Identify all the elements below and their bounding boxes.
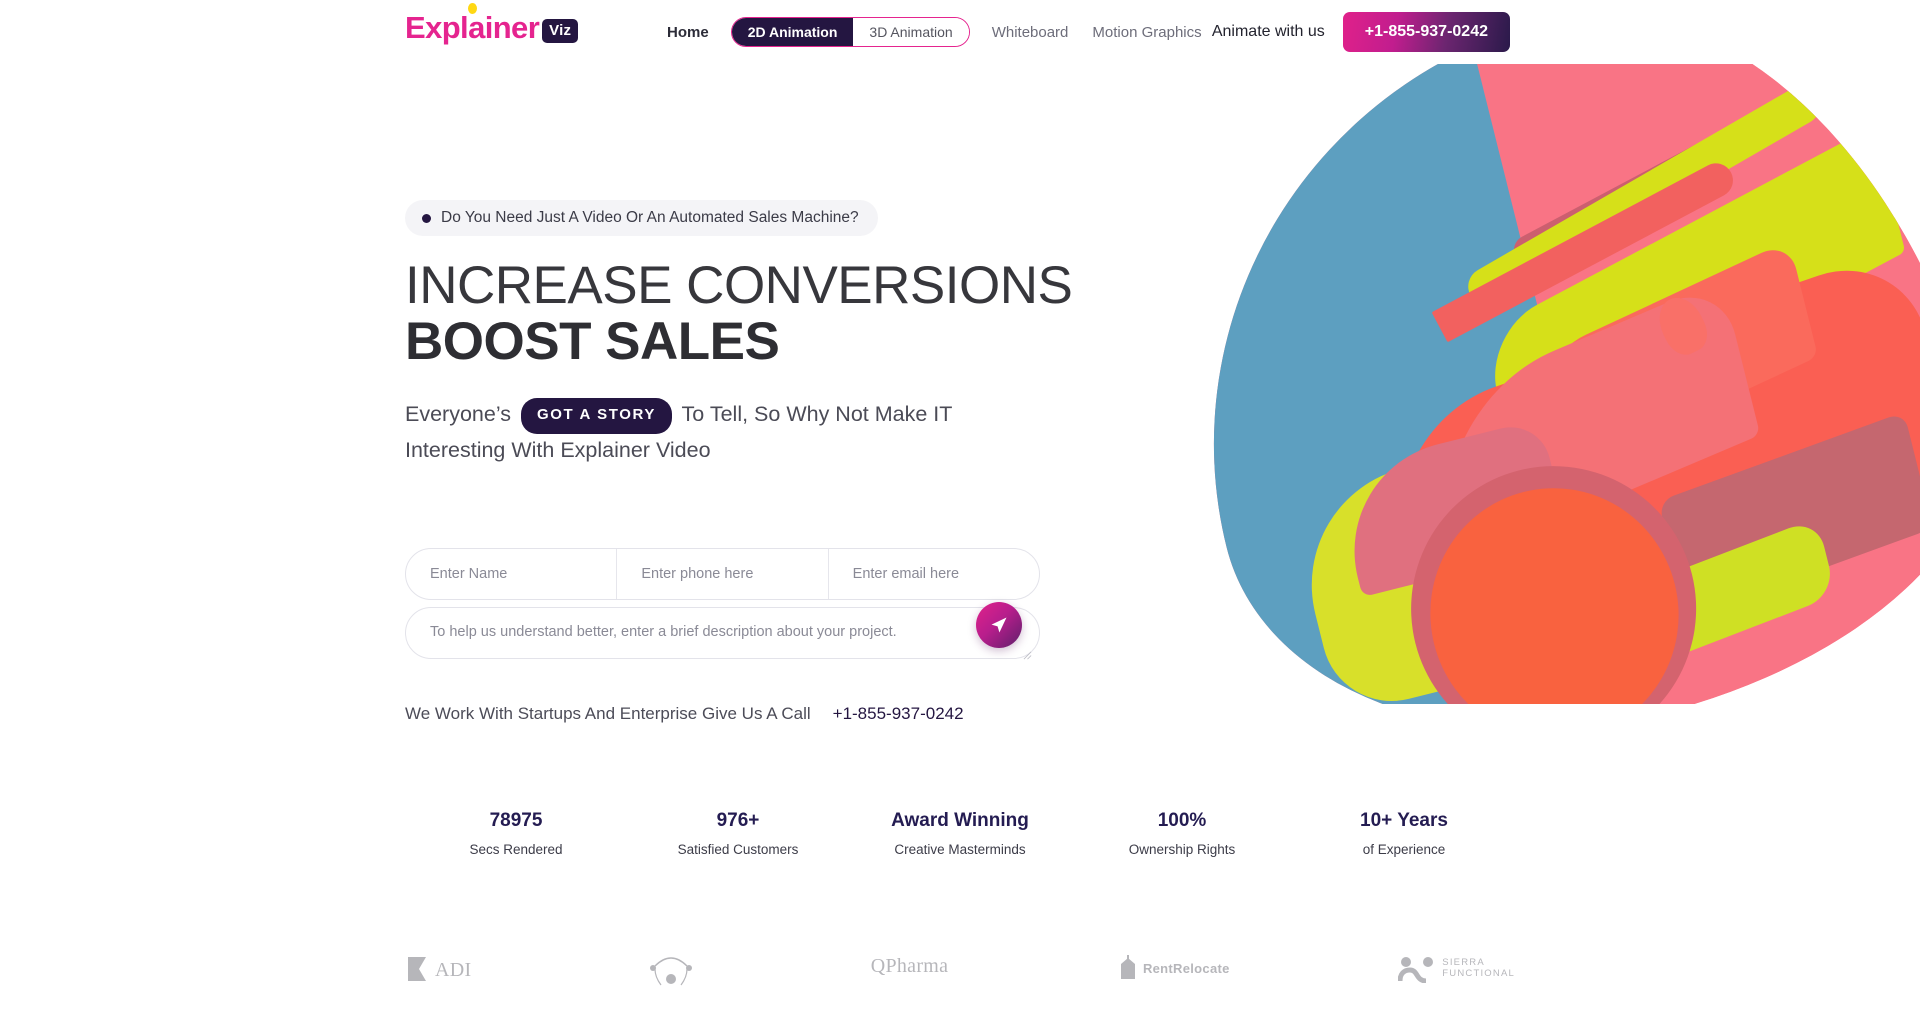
stats-row: 78975 Secs Rendered 976+ Satisfied Custo…	[405, 810, 1515, 857]
stat-value: 100%	[1157, 810, 1207, 831]
subhead-before: Everyone’s	[405, 402, 511, 427]
client-logo-adi: ADI	[405, 955, 471, 985]
logo-wordmark: Explainer	[405, 3, 540, 46]
bullet-dot-icon	[422, 213, 431, 223]
hero-blob-shape	[1121, 64, 1920, 704]
header-phone-button[interactable]: +1-855-937-0242	[1342, 12, 1510, 52]
hero-eyebrow-text: Do You Need Just A Video Or An Automated…	[441, 209, 859, 226]
client-logo-strip: ADI QPharma RentRelocate SIERRA FUNCTION…	[405, 955, 1515, 1015]
hero-eyebrow-badge: Do You Need Just A Video Or An Automated…	[405, 200, 878, 236]
stat-label: Secs Rendered	[469, 842, 563, 857]
hero-subheading: Everyone’s GOT A STORY To Tell, So Why N…	[405, 398, 965, 466]
nav-item-whiteboard[interactable]: Whiteboard	[980, 24, 1081, 41]
nav-animation-toggle: 2D Animation 3D Animation	[730, 17, 970, 47]
client-name: ADI	[435, 958, 472, 981]
client-logo-rentrelocate: RentRelocate	[1117, 955, 1230, 981]
stat-value: Award Winning	[891, 810, 1029, 831]
stat-label: of Experience	[1362, 842, 1446, 857]
paper-plane-icon	[991, 617, 1007, 633]
client-name: RentRelocate	[1142, 960, 1230, 976]
hero-lead-form	[405, 548, 1040, 664]
nav-item-3d-animation[interactable]: 3D Animation	[853, 18, 969, 46]
stat-item: 78975 Secs Rendered	[405, 810, 627, 857]
nav-item-motion-graphics[interactable]: Motion Graphics	[1080, 24, 1213, 41]
nav-item-2d-animation[interactable]: 2D Animation	[731, 18, 854, 46]
stat-item: 100% Ownership Rights	[1071, 810, 1293, 857]
people-icon	[1398, 957, 1434, 983]
building-icon	[1120, 955, 1135, 979]
stat-label: Ownership Rights	[1128, 842, 1236, 857]
crest-icon	[650, 957, 693, 986]
message-field-wrapper	[405, 602, 1040, 664]
got-a-story-pill: GOT A STORY	[520, 398, 672, 434]
sports-car-illustration	[1122, 64, 1920, 704]
stat-item: Award Winning Creative Masterminds	[849, 810, 1071, 857]
email-input[interactable]	[828, 549, 1039, 599]
call-us-phone[interactable]: +1-855-937-0242	[833, 704, 964, 724]
call-us-line: We Work With Startups And Enterprise Giv…	[405, 704, 964, 724]
project-description-textarea[interactable]	[405, 607, 1040, 659]
form-input-row	[405, 548, 1040, 600]
site-header: Explainer Viz Home 2D Animation 3D Anima…	[0, 0, 1920, 64]
client-name: QPharma	[870, 955, 949, 977]
stat-item: 976+ Satisfied Customers	[627, 810, 849, 857]
headline-bold: BOOST SALES	[405, 312, 780, 372]
adi-leaf-icon	[408, 957, 426, 981]
client-logo-crest	[640, 955, 702, 987]
hero-illustration	[1020, 64, 1920, 704]
send-button[interactable]	[976, 602, 1022, 648]
name-input[interactable]	[406, 549, 617, 599]
client-name: SIERRA FUNCTIONAL	[1442, 957, 1515, 979]
stat-item: 10+ Years of Experience	[1293, 810, 1515, 857]
logo-dot-icon	[468, 3, 477, 14]
stat-label: Creative Masterminds	[894, 842, 1026, 857]
nav-item-home[interactable]: Home	[655, 24, 721, 41]
page-title: INCREASE CONVERSIONS BOOST SALES	[405, 256, 1125, 372]
hero-copy: Do You Need Just A Video Or An Automated…	[405, 200, 1125, 466]
animate-with-us-link[interactable]: Animate with us	[1212, 23, 1325, 41]
client-logo-sierra-functional: SIERRA FUNCTIONAL	[1398, 955, 1515, 983]
stat-label: Satisfied Customers	[677, 842, 799, 857]
logo[interactable]: Explainer Viz	[405, 3, 579, 46]
logo-badge: Viz	[542, 19, 579, 43]
stat-value: 78975	[489, 810, 543, 831]
main-navigation: Home 2D Animation 3D Animation Whiteboar…	[655, 0, 1214, 64]
client-logo-qpharma: QPharma	[871, 955, 949, 978]
stat-value: 10+ Years	[1360, 810, 1448, 831]
phone-input[interactable]	[617, 549, 828, 599]
header-actions: Animate with us +1-855-937-0242	[1212, 0, 1510, 64]
stat-value: 976+	[716, 810, 760, 831]
call-us-text: We Work With Startups And Enterprise Giv…	[405, 704, 811, 723]
headline-light: INCREASE CONVERSIONS	[405, 256, 1073, 315]
